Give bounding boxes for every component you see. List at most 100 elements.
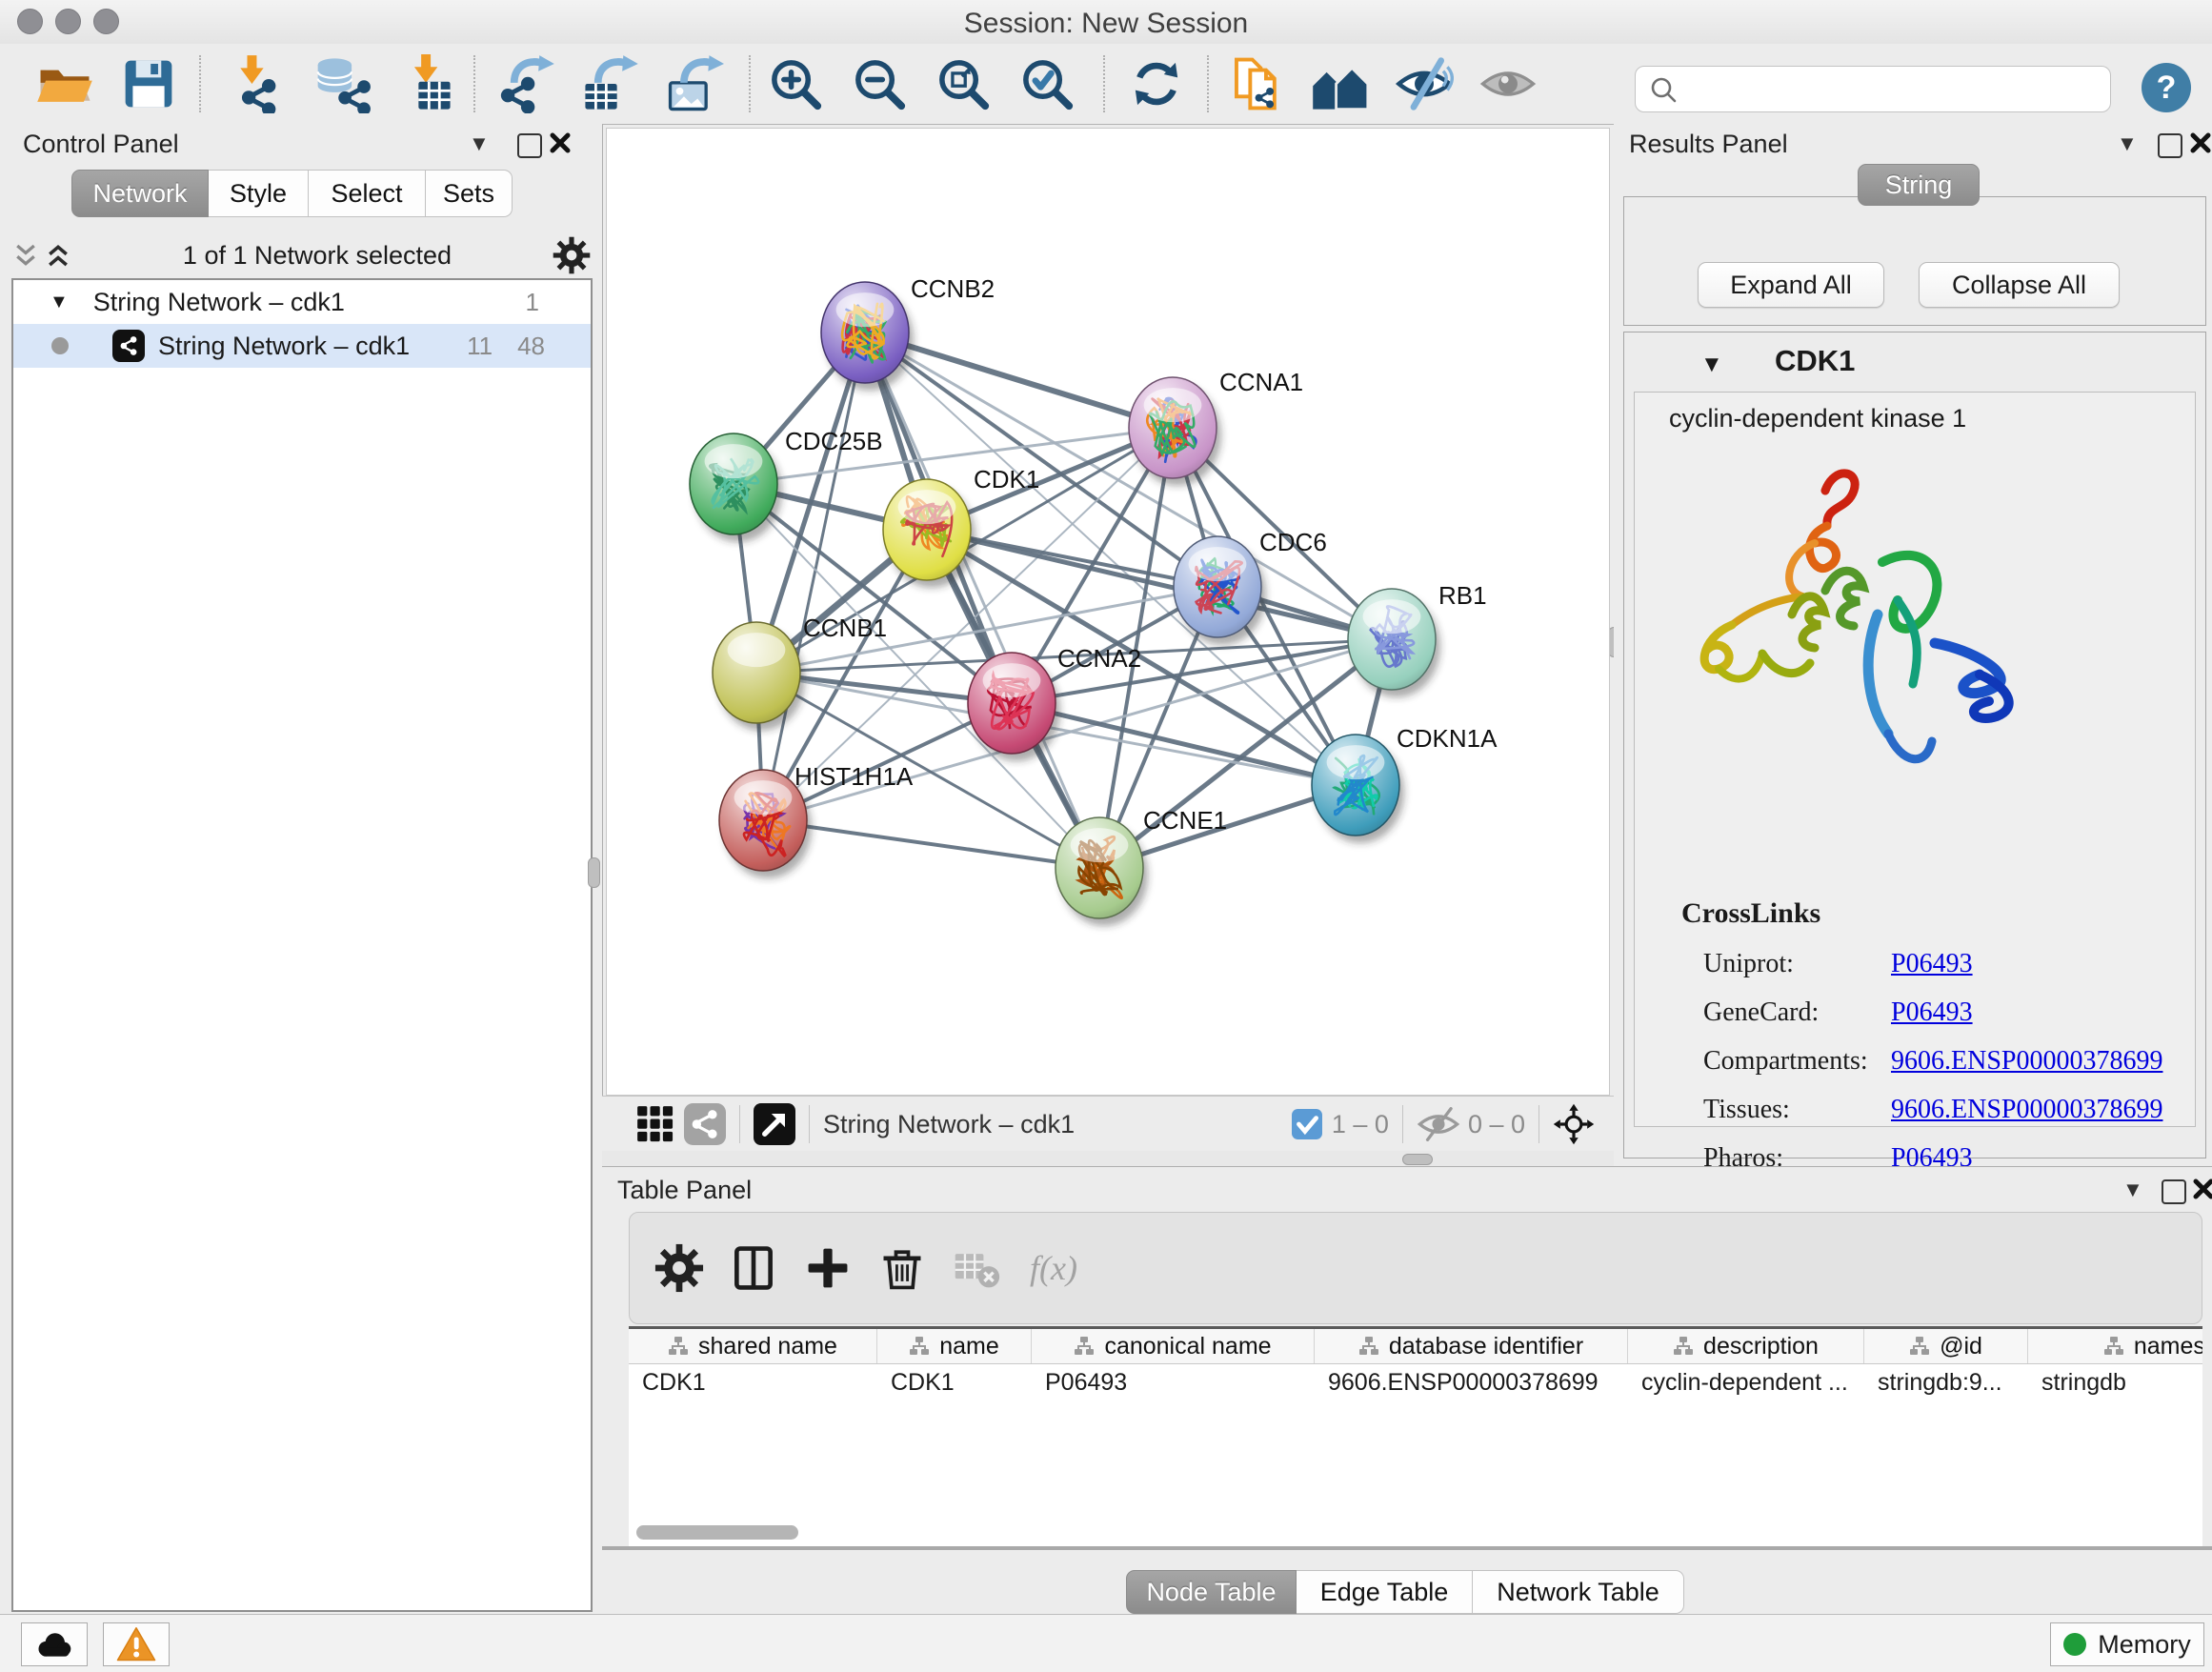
- edge-hist1h1a-ccne1[interactable]: [763, 820, 1099, 868]
- column-header-database-identifier[interactable]: database identifier: [1315, 1329, 1628, 1363]
- birds-eye-view-icon[interactable]: [754, 1103, 795, 1145]
- delete-column-icon[interactable]: [877, 1243, 927, 1293]
- selected-checkbox-icon[interactable]: [1292, 1109, 1322, 1139]
- edge-ccna2-cdkn1a[interactable]: [1012, 703, 1356, 785]
- network-options-gear-icon[interactable]: [553, 236, 591, 274]
- node-ccne1[interactable]: CCNE1: [1056, 806, 1227, 926]
- horizontal-splitter[interactable]: [602, 1151, 1614, 1166]
- tab-node-table[interactable]: Node Table: [1126, 1570, 1297, 1614]
- results-panel-close-icon[interactable]: [2189, 131, 2212, 159]
- table-settings-gear-icon[interactable]: [654, 1243, 704, 1293]
- node-table[interactable]: shared namenamecanonical namedatabase id…: [629, 1326, 2202, 1548]
- expand-all-button[interactable]: Expand All: [1698, 262, 1884, 308]
- warning-status-button[interactable]: [103, 1622, 170, 1666]
- table-cell[interactable]: cyclin-dependent ...: [1628, 1364, 1864, 1400]
- hide-selected-button[interactable]: [1395, 54, 1454, 113]
- zoom-selected-icon: [1017, 54, 1076, 113]
- show-all-button[interactable]: [1478, 54, 1538, 113]
- control-panel-float-icon[interactable]: [517, 133, 542, 158]
- network-row[interactable]: String Network – cdk1 11 48: [13, 324, 591, 368]
- network-graph[interactable]: CCNB2CCNA1CDC25BCDK1CDC6RB1CCNB1CCNA2CDK…: [602, 124, 1614, 1096]
- network-status-dot: [51, 337, 69, 354]
- pan-crosshair-icon[interactable]: [1553, 1103, 1595, 1145]
- control-panel-close-icon[interactable]: [549, 131, 572, 159]
- open-button[interactable]: [35, 54, 94, 113]
- column-header-namespace[interactable]: namespace: [2028, 1329, 2202, 1363]
- column-header-canonical-name[interactable]: canonical name: [1032, 1329, 1315, 1363]
- protein-collapse-icon[interactable]: ▼: [1700, 352, 1723, 378]
- node-ccnb1[interactable]: CCNB1: [713, 614, 887, 731]
- node-cdk1[interactable]: CDK1: [883, 465, 1039, 588]
- refresh-icon: [1127, 54, 1186, 113]
- results-panel-menu-icon[interactable]: ▼: [2117, 131, 2138, 156]
- table-cell[interactable]: P06493: [1032, 1364, 1315, 1400]
- crosslink-value-link[interactable]: P06493: [1891, 997, 1973, 1027]
- grid-view-icon[interactable]: [634, 1103, 676, 1145]
- tab-network-table[interactable]: Network Table: [1473, 1570, 1684, 1614]
- zoom-fit-button[interactable]: [934, 54, 993, 113]
- table-panel-close-icon[interactable]: [2192, 1178, 2212, 1205]
- collapse-all-networks-icon[interactable]: [44, 241, 82, 270]
- zoom-out-button[interactable]: [850, 54, 909, 113]
- results-panel-float-icon[interactable]: [2158, 133, 2182, 158]
- export-network-button[interactable]: [497, 54, 556, 113]
- tab-select[interactable]: Select: [309, 170, 426, 217]
- node-cdc6[interactable]: CDC6: [1174, 528, 1327, 645]
- copy-session-button[interactable]: [1227, 54, 1286, 113]
- left-splitter-grip[interactable]: [588, 857, 600, 888]
- table-panel-float-icon[interactable]: [2162, 1179, 2186, 1204]
- memory-button[interactable]: Memory: [2050, 1622, 2204, 1666]
- network-collection-row[interactable]: ▼ String Network – cdk1 1: [13, 280, 591, 324]
- table-cell[interactable]: 9606.ENSP00000378699: [1315, 1364, 1628, 1400]
- tab-style[interactable]: Style: [209, 170, 309, 217]
- table-cell[interactable]: stringdb: [2028, 1364, 2202, 1400]
- save-button[interactable]: [119, 54, 178, 113]
- search-box[interactable]: [1635, 66, 2111, 112]
- table-bottom-splitter[interactable]: [602, 1546, 2212, 1550]
- tab-sets[interactable]: Sets: [426, 170, 513, 217]
- import-table-button[interactable]: [395, 54, 454, 113]
- cloud-status-button[interactable]: [21, 1622, 88, 1666]
- column-header-description[interactable]: description: [1628, 1329, 1864, 1363]
- collapse-all-button[interactable]: Collapse All: [1919, 262, 2120, 308]
- import-database-button[interactable]: [312, 54, 371, 113]
- node-cdkn1a[interactable]: CDKN1A: [1312, 724, 1498, 843]
- export-image-button[interactable]: [665, 54, 724, 113]
- divider: [1402, 1105, 1403, 1143]
- table-hscrollbar[interactable]: [636, 1525, 798, 1540]
- expand-all-networks-icon[interactable]: [11, 241, 44, 270]
- node-ccna2[interactable]: CCNA2: [968, 644, 1141, 761]
- control-panel-menu-icon[interactable]: ▼: [469, 131, 490, 156]
- import-network-button[interactable]: [228, 54, 287, 113]
- node-hist1h1a[interactable]: HIST1H1A: [719, 762, 914, 878]
- splitter-grip[interactable]: [1402, 1154, 1433, 1165]
- crosslink-value-link[interactable]: 9606.ENSP00000378699: [1891, 1095, 2162, 1124]
- search-input[interactable]: [1687, 69, 2101, 109]
- crosslink-value-link[interactable]: 9606.ENSP00000378699: [1891, 1046, 2162, 1076]
- tab-edge-table[interactable]: Edge Table: [1297, 1570, 1473, 1614]
- table-row[interactable]: CDK1CDK1P064939606.ENSP00000378699cyclin…: [629, 1364, 2202, 1400]
- table-cell[interactable]: CDK1: [877, 1364, 1032, 1400]
- refresh-button[interactable]: [1127, 54, 1186, 113]
- export-table-button[interactable]: [581, 54, 640, 113]
- node-rb1[interactable]: RB1: [1348, 581, 1487, 697]
- home-button[interactable]: [1311, 54, 1370, 113]
- control-panel: Control Panel ▼ NetworkStyleSelectSets 1…: [0, 124, 602, 1614]
- tab-string[interactable]: String: [1858, 164, 1980, 206]
- network-share-view-icon[interactable]: [684, 1103, 726, 1145]
- crosslink-value-link[interactable]: P06493: [1891, 949, 1973, 978]
- tab-network[interactable]: Network: [71, 170, 209, 217]
- zoom-selected-button[interactable]: [1017, 54, 1076, 113]
- table-panel-menu-icon[interactable]: ▼: [2122, 1178, 2143, 1202]
- table-cell[interactable]: stringdb:9...: [1864, 1364, 2028, 1400]
- table-cell[interactable]: CDK1: [629, 1364, 877, 1400]
- zoom-in-button[interactable]: [766, 54, 825, 113]
- collection-collapse-icon[interactable]: ▼: [50, 292, 69, 313]
- add-column-icon[interactable]: [803, 1243, 853, 1293]
- column-header--id[interactable]: @id: [1864, 1329, 2028, 1363]
- hidden-eye-icon[interactable]: [1417, 1107, 1460, 1141]
- help-button[interactable]: ?: [2142, 63, 2191, 112]
- show-columns-icon[interactable]: [729, 1243, 778, 1293]
- column-header-shared-name[interactable]: shared name: [629, 1329, 877, 1363]
- column-header-name[interactable]: name: [877, 1329, 1032, 1363]
